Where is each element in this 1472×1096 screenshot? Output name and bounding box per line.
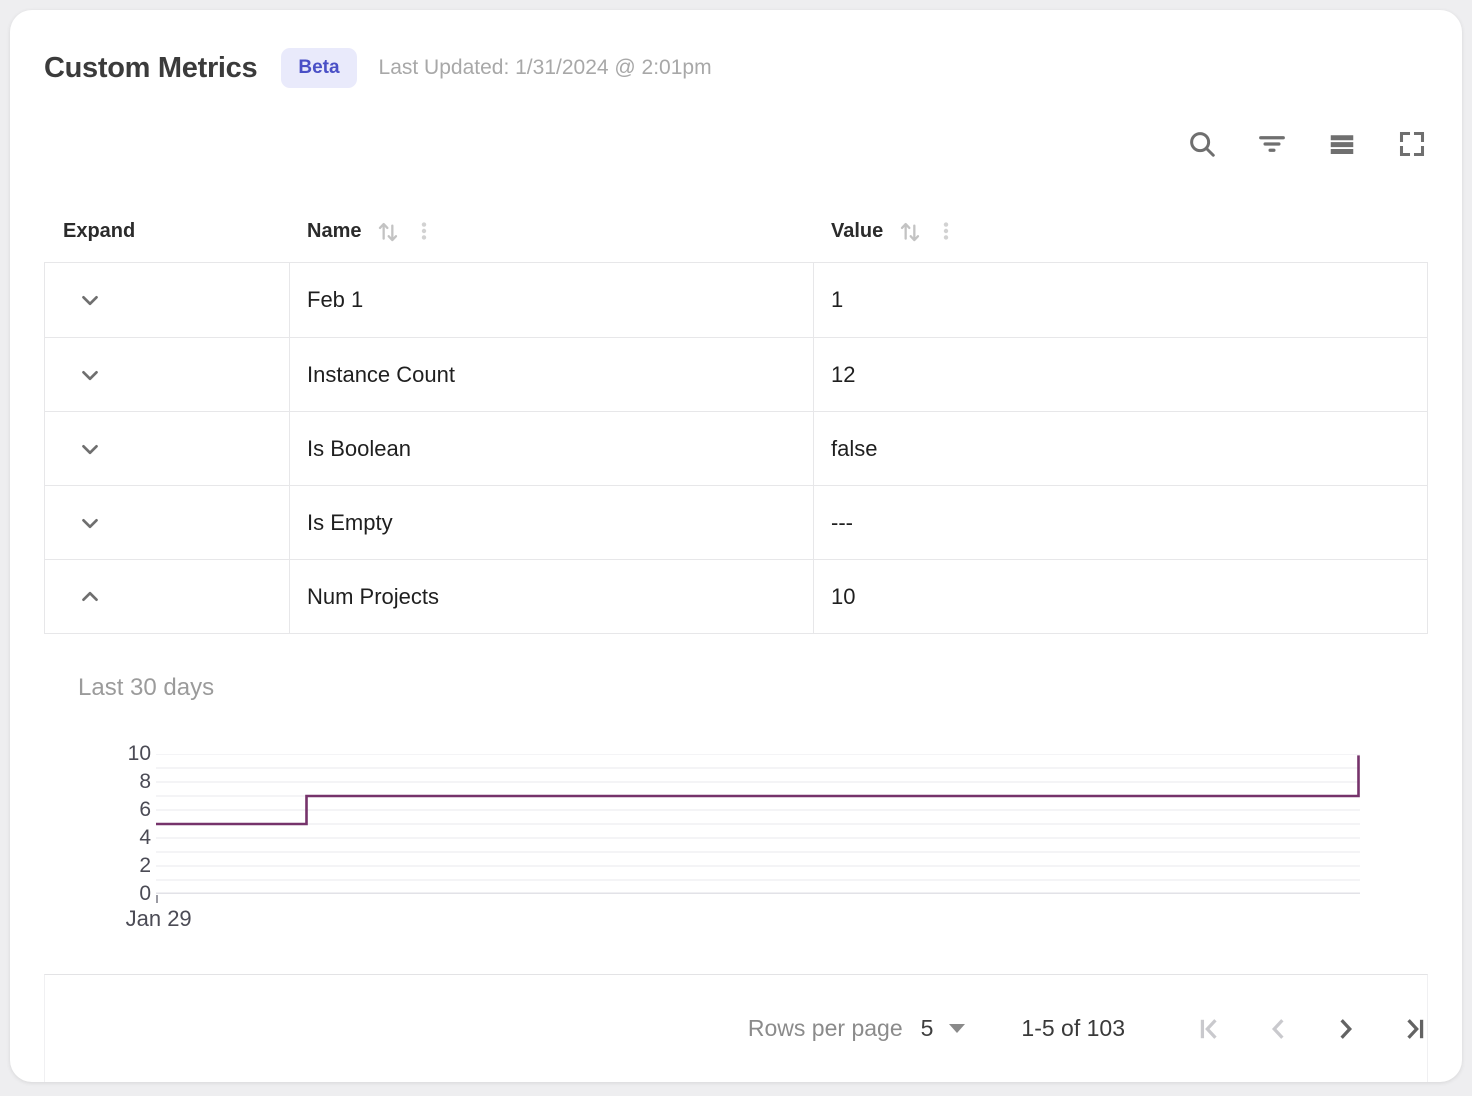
page-title: Custom Metrics (44, 52, 257, 85)
chevron-left-icon (1265, 1016, 1291, 1042)
column-header-name: Name (288, 218, 812, 244)
expand-row-button[interactable] (77, 362, 103, 388)
row-name: Instance Count (289, 338, 813, 411)
kebab-menu-icon (413, 218, 435, 244)
chevron-down-icon (77, 510, 103, 536)
dropdown-caret-icon (949, 1024, 965, 1033)
table-header: Expand Name Value (44, 200, 1428, 262)
sort-arrows-icon (897, 218, 923, 244)
expand-cell (45, 338, 289, 411)
row-value: 1 (813, 263, 1427, 337)
column-header-value: Value (812, 218, 1428, 244)
chevron-right-icon (1333, 1016, 1359, 1042)
y-tick-label: 4 (100, 825, 151, 851)
fullscreen-icon (1398, 130, 1426, 158)
last-page-icon (1401, 1016, 1427, 1042)
page-header: Custom Metrics Beta Last Updated: 1/31/2… (44, 48, 1428, 88)
x-axis-tick (156, 895, 158, 903)
sort-button[interactable] (897, 218, 923, 244)
first-page-button[interactable] (1197, 1016, 1223, 1042)
kebab-menu-icon (935, 218, 957, 244)
rows-per-page-select[interactable]: 5 (921, 1015, 966, 1042)
sort-button[interactable] (375, 218, 401, 244)
y-tick-label: 6 (100, 797, 151, 823)
rows-per-page-value: 5 (921, 1015, 934, 1042)
chevron-down-icon (77, 362, 103, 388)
table-row: Is Empty --- (45, 485, 1427, 559)
table-row: Feb 1 1 (45, 263, 1427, 337)
pagination-controls (1155, 1016, 1427, 1042)
y-tick-label: 10 (100, 741, 151, 767)
first-page-icon (1197, 1016, 1223, 1042)
row-value: 10 (813, 560, 1427, 633)
density-icon (1327, 129, 1357, 159)
row-value: false (813, 412, 1427, 485)
y-tick-label: 2 (100, 853, 151, 879)
beta-badge: Beta (281, 48, 356, 88)
column-menu-button[interactable] (935, 218, 957, 244)
grid-toolbar (44, 128, 1428, 160)
plot-area: Jan 29 (156, 754, 1360, 894)
expand-cell (45, 560, 289, 633)
last-page-button[interactable] (1401, 1016, 1427, 1042)
expand-row-button[interactable] (77, 584, 103, 610)
next-page-button[interactable] (1333, 1016, 1359, 1042)
y-tick-label: 0 (100, 881, 151, 907)
rows-per-page-label: Rows per page (748, 1015, 903, 1042)
column-label: Expand (63, 220, 135, 243)
row-name: Num Projects (289, 560, 813, 633)
chevron-down-icon (77, 287, 103, 313)
table-footer: Rows per page 5 1-5 of 103 (44, 974, 1428, 1082)
search-button[interactable] (1186, 128, 1218, 160)
expand-row-button[interactable] (77, 510, 103, 536)
step-line-chart (156, 754, 1360, 894)
expand-cell (45, 412, 289, 485)
y-axis-labels: 10 8 6 4 2 0 (100, 741, 156, 907)
search-icon (1187, 129, 1217, 159)
filter-icon (1256, 129, 1288, 159)
density-button[interactable] (1326, 128, 1358, 160)
column-label[interactable]: Name (307, 220, 361, 243)
column-header-expand: Expand (44, 220, 288, 243)
column-label[interactable]: Value (831, 220, 883, 243)
table-row: Is Boolean false (45, 411, 1427, 485)
metric-chart: 10 8 6 4 2 0 Jan 29 (100, 754, 1360, 907)
row-value: --- (813, 486, 1427, 559)
sort-arrows-icon (375, 218, 401, 244)
expand-cell (45, 486, 289, 559)
table-row: Instance Count 12 (45, 337, 1427, 411)
y-tick-label: 8 (100, 769, 151, 795)
row-value: 12 (813, 338, 1427, 411)
row-name: Is Empty (289, 486, 813, 559)
filter-button[interactable] (1256, 128, 1288, 160)
pagination-range-label: 1-5 of 103 (1021, 1015, 1125, 1042)
chevron-up-icon (77, 584, 103, 610)
expand-row-button[interactable] (77, 287, 103, 313)
column-menu-button[interactable] (413, 218, 435, 244)
last-updated-text: Last Updated: 1/31/2024 @ 2:01pm (379, 56, 712, 80)
chevron-down-icon (77, 436, 103, 462)
custom-metrics-card: Custom Metrics Beta Last Updated: 1/31/2… (10, 10, 1462, 1082)
expand-cell (45, 263, 289, 337)
previous-page-button[interactable] (1265, 1016, 1291, 1042)
fullscreen-button[interactable] (1396, 128, 1428, 160)
chart-title: Last 30 days (78, 674, 1428, 702)
x-tick-label: Jan 29 (126, 906, 192, 932)
row-name: Feb 1 (289, 263, 813, 337)
expand-row-button[interactable] (77, 436, 103, 462)
row-name: Is Boolean (289, 412, 813, 485)
table-body: Feb 1 1 Instance Count 12 (44, 262, 1428, 634)
table-row: Num Projects 10 (45, 559, 1427, 633)
row-detail-panel: Last 30 days 10 8 6 4 2 0 Jan 29 (44, 634, 1428, 907)
